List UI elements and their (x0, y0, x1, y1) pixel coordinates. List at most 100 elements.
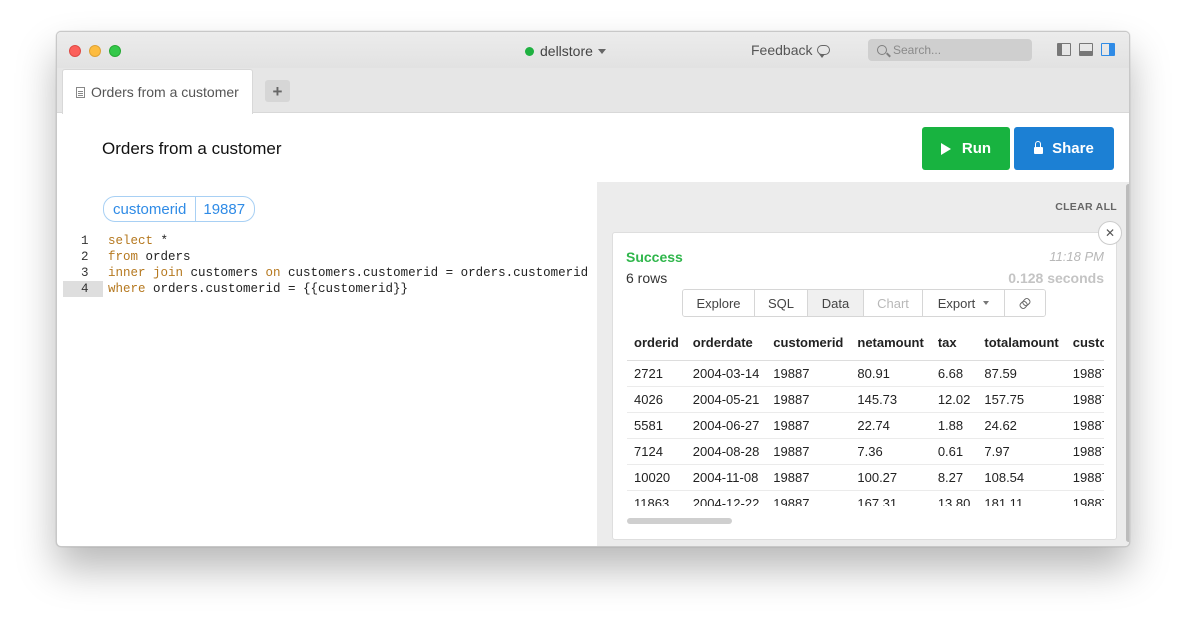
table-cell: 8.27 (930, 464, 978, 491)
tab-chart[interactable]: Chart (864, 290, 923, 316)
column-header[interactable]: tax (930, 326, 978, 361)
document-icon (76, 86, 85, 98)
permalink-button[interactable] (1005, 290, 1045, 316)
results-scrollbar[interactable] (1126, 184, 1129, 542)
table-body: 27212004-03-141988780.916.6887.591988740… (627, 360, 1104, 506)
table-cell: 22.74 (850, 412, 931, 439)
lock-icon (1034, 141, 1044, 154)
database-name: dellstore (540, 43, 593, 59)
play-icon (940, 142, 951, 155)
column-header[interactable]: customerid (766, 326, 851, 361)
table-row: 10020 2004-11-08 19887 100.27 8.27 108.54 1988… (627, 464, 1104, 491)
table-cell: 2004-03-14 (685, 360, 767, 387)
share-label: Share (1052, 140, 1094, 157)
toggle-right-panel-icon[interactable] (1101, 43, 1115, 56)
table-row: 27212004-03-141988780.916.6887.5919887 (627, 360, 1104, 387)
table-cell: 2004-12-22 (685, 490, 767, 506)
tab-data[interactable]: Data (808, 290, 864, 316)
sql-keyword: where (108, 282, 146, 296)
connection-status-icon (525, 46, 534, 56)
feedback-button[interactable]: Feedback (751, 42, 831, 58)
table-cell: 19887 (766, 386, 851, 413)
table-cell: 19887 (1065, 412, 1104, 439)
line-number: 4 (63, 281, 103, 297)
share-button[interactable]: Share (1014, 127, 1114, 170)
line-number: 2 (81, 250, 89, 264)
table-cell: 7.36 (850, 438, 931, 465)
variable-value[interactable]: 19887 (196, 197, 254, 221)
tab-orders-from-a-customer[interactable]: Orders from a customer (62, 69, 253, 114)
toggle-bottom-panel-icon[interactable] (1079, 43, 1093, 56)
code-text: where orders.customerid = {{customerid}} (103, 282, 408, 296)
clear-all-button[interactable]: CLEAR ALL (1055, 201, 1117, 213)
code-line[interactable]: 3 inner join customers on customers.custo… (63, 265, 597, 281)
table-cell: 19887 (1065, 438, 1104, 465)
new-tab-button[interactable]: + (265, 80, 290, 102)
minimize-window-button[interactable] (89, 45, 101, 57)
code-line[interactable]: 4 where orders.customerid = {{customerid}… (63, 281, 597, 297)
table-cell: 80.91 (850, 360, 931, 387)
table-cell: 19887 (766, 438, 851, 465)
run-button[interactable]: Run (922, 127, 1010, 170)
table-cell: 157.75 (977, 386, 1066, 413)
zoom-window-button[interactable] (109, 45, 121, 57)
query-duration: 0.128 seconds (1008, 270, 1104, 286)
search-input[interactable] (893, 43, 1013, 57)
toggle-left-panel-icon[interactable] (1057, 43, 1071, 56)
tab-label: Orders from a customer (91, 84, 239, 100)
table-cell: 12.02 (930, 386, 978, 413)
column-header[interactable]: netamount (850, 326, 931, 361)
table-cell: 6.68 (930, 360, 978, 387)
table-cell: 145.73 (850, 386, 931, 413)
run-label: Run (961, 140, 992, 157)
table-cell: 87.59 (977, 360, 1066, 387)
close-window-button[interactable] (69, 45, 81, 57)
column-header[interactable]: totalamount (977, 326, 1066, 361)
results-table-container[interactable]: orderid orderdate customerid netamount tax to… (627, 326, 1104, 506)
column-header[interactable]: orderdate (685, 326, 767, 361)
table-cell: 19887 (1065, 386, 1104, 413)
sql-editor[interactable]: 1 select * 2 from orders 3 inner join custome… (63, 233, 597, 297)
table-cell: 19887 (766, 360, 851, 387)
table-cell: 24.62 (977, 412, 1066, 439)
code-line[interactable]: 2 from orders (63, 249, 597, 265)
line-number: 3 (81, 266, 89, 280)
chevron-down-icon (597, 48, 606, 54)
code-line[interactable]: 1 select * (63, 233, 597, 249)
export-dropdown[interactable]: Export (923, 290, 1005, 316)
query-title[interactable]: Orders from a customer (102, 139, 282, 159)
table-cell: 2004-06-27 (685, 412, 767, 439)
table-cell: 19887 (766, 464, 851, 491)
chevron-down-icon (983, 301, 990, 305)
table-cell: 167.31 (850, 490, 931, 506)
search-box[interactable] (868, 39, 1032, 61)
table-row: 11863 2004-12-22 19887 167.31 13.80 181.11 198… (627, 490, 1104, 506)
close-result-button[interactable]: ✕ (1098, 221, 1122, 245)
code-text: inner join customers on customers.custom… (103, 266, 588, 280)
table-cell: 10020 (627, 464, 686, 491)
sql-text: * (153, 234, 169, 248)
sql-text: customers (183, 266, 266, 280)
column-header[interactable]: orderid (627, 326, 686, 361)
row-count: 6 rows (626, 270, 668, 286)
table-cell: 100.27 (850, 464, 931, 491)
table-row: 55812004-06-271988722.741.8824.6219887 (627, 412, 1104, 439)
table-cell: 2721 (627, 360, 686, 387)
chat-bubble-icon (817, 45, 831, 58)
database-selector[interactable]: dellstore (525, 42, 606, 60)
table-cell: 2004-08-28 (685, 438, 767, 465)
tab-explore[interactable]: Explore (683, 290, 755, 316)
sql-keyword: inner join (108, 266, 184, 280)
variable-input[interactable]: customerid 19887 (103, 196, 256, 222)
column-header[interactable]: customerid (1065, 326, 1104, 361)
variable-name: customerid (104, 197, 197, 221)
horizontal-scrollbar[interactable] (627, 518, 732, 524)
table-cell: 19887 (1065, 464, 1104, 491)
table-header-row: orderid orderdate customerid netamount tax to… (627, 326, 1104, 361)
tab-sql[interactable]: SQL (755, 290, 808, 316)
sql-keyword: select (108, 234, 154, 248)
feedback-label: Feedback (751, 42, 813, 58)
link-icon (1018, 296, 1031, 309)
result-view-tabs: Explore SQL Data Chart Export (682, 289, 1046, 317)
table-cell: 2004-11-08 (685, 464, 767, 491)
